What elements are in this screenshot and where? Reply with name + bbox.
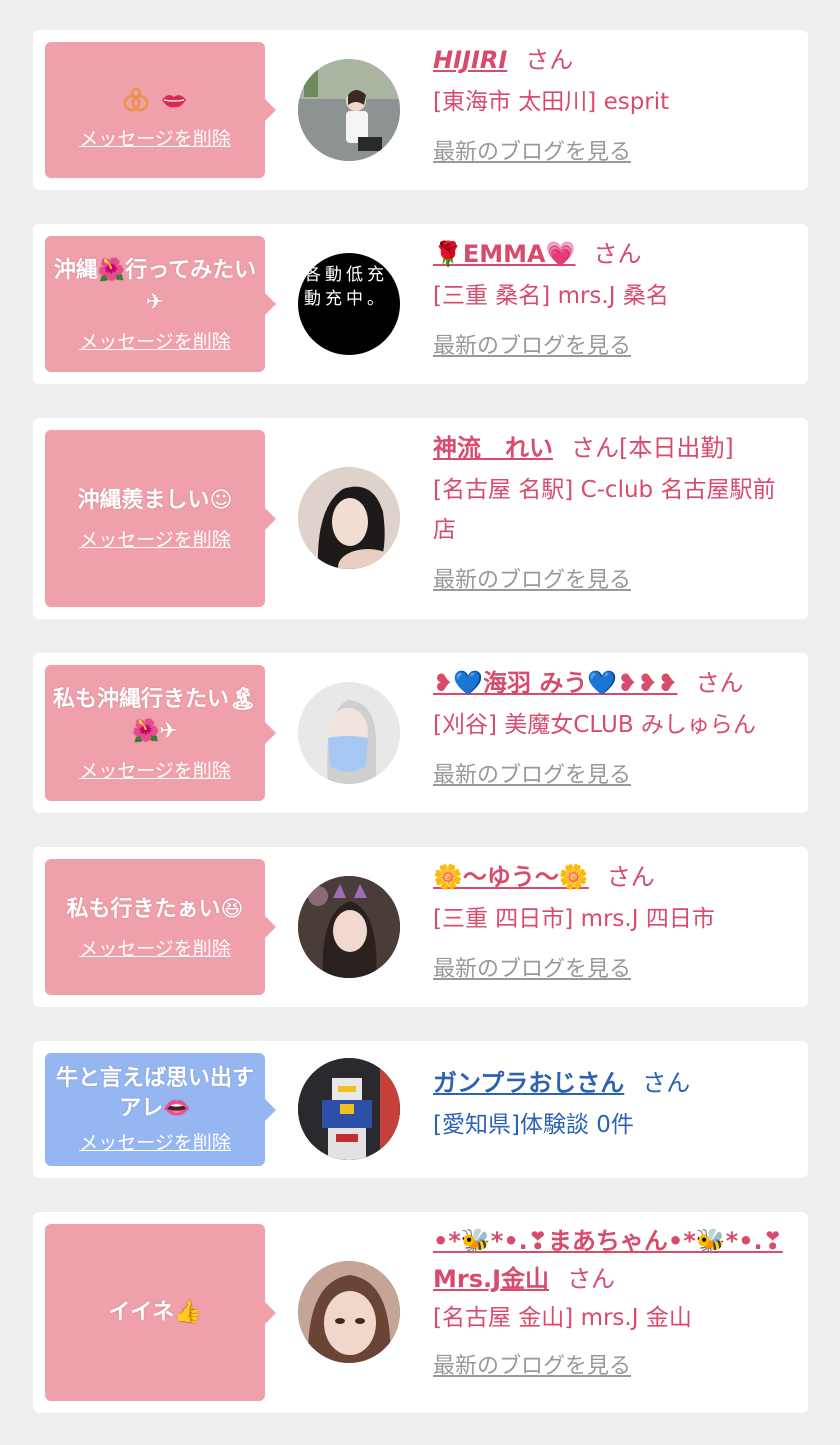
message-text: 私も沖縄行きたい🏝🌺✈ xyxy=(53,686,257,744)
message-card: 沖縄🌺行ってみたい✈ メッセージを削除 各動低充動充中。 🌹EMMA💗 さん [三… xyxy=(33,224,808,384)
latest-blog-link[interactable]: 最新のブログを見る xyxy=(433,134,631,166)
avatar[interactable]: 各動低充動充中。 xyxy=(298,253,400,355)
lips-icon xyxy=(161,94,186,107)
message-bubble: 私も沖縄行きたい🏝🌺✈ メッセージを削除 xyxy=(45,665,276,801)
delete-message-link[interactable]: メッセージを削除 xyxy=(79,934,231,961)
avatar[interactable] xyxy=(298,876,400,978)
profile-info: •*🐝*•.❣まあちゃん•*🐝*•.❣Mrs.J金山 さん [名古屋 金山] mr… xyxy=(433,1222,790,1380)
message-bubble: 牛と言えば思い出すアレ👄 メッセージを削除 xyxy=(45,1053,276,1166)
shop-info: [三重 四日市] mrs.J 四日市 xyxy=(433,906,715,932)
avatar-photo xyxy=(298,59,400,161)
message-bubble: 私も行きたぁい😆 メッセージを削除 xyxy=(45,859,276,995)
profile-name-link[interactable]: 🌹EMMA💗 xyxy=(433,240,576,268)
honorific: さん xyxy=(593,240,642,268)
profile-info: ガンプラおじさん さん [愛知県]体験談 0件 xyxy=(433,1065,790,1145)
avatar-text: 各動低充動充中。 xyxy=(304,265,388,309)
avatar[interactable] xyxy=(298,1261,400,1363)
message-icons xyxy=(121,84,189,116)
latest-blog-link[interactable]: 最新のブログを見る xyxy=(433,328,631,360)
profile-name-link[interactable]: 神流 れい xyxy=(433,434,553,462)
honorific: さん xyxy=(606,863,655,891)
message-card: イイネ👍 •*🐝*•.❣まあちゃん•*🐝*•.❣Mrs.J金山 さん [名古屋 金… xyxy=(33,1212,808,1413)
honorific: さん xyxy=(642,1069,691,1097)
profile-info: 神流 れい さん[本日出勤] [名古屋 名駅] C-club 名古屋駅前店 最新の… xyxy=(433,430,790,594)
message-bubble: 沖縄羨ましい☺ メッセージを削除 xyxy=(45,430,276,607)
latest-blog-link[interactable]: 最新のブログを見る xyxy=(433,951,631,983)
avatar-photo xyxy=(298,682,400,784)
message-text: 沖縄🌺行ってみたい✈ xyxy=(53,257,257,315)
message-bubble: イイネ👍 xyxy=(45,1224,276,1401)
delete-message-link[interactable]: メッセージを削除 xyxy=(79,1128,231,1155)
honorific: さん xyxy=(695,669,744,697)
avatar-photo xyxy=(298,1261,400,1363)
shop-info: [愛知県]体験談 0件 xyxy=(433,1112,634,1138)
profile-name-link[interactable]: HIJIRI xyxy=(433,46,507,74)
avatar[interactable] xyxy=(298,1058,400,1160)
message-bubble: メッセージを削除 xyxy=(45,42,276,178)
latest-blog-link[interactable]: 最新のブログを見る xyxy=(433,757,631,789)
latest-blog-link[interactable]: 最新のブログを見る xyxy=(433,562,631,594)
profile-name-link[interactable]: ❥💙海羽 みう💙❥❥❥ xyxy=(433,669,678,697)
avatar[interactable] xyxy=(298,682,400,784)
message-text: 牛と言えば思い出すアレ👄 xyxy=(55,1066,254,1121)
honorific: さん xyxy=(567,1265,616,1293)
delete-message-link[interactable]: メッセージを削除 xyxy=(79,124,231,151)
message-card: 沖縄羨ましい☺ メッセージを削除 神流 れい さん[本日出勤] [名古屋 名駅] … xyxy=(33,418,808,619)
avatar-photo xyxy=(298,467,400,569)
profile-info: ❥💙海羽 みう💙❥❥❥ さん [刈谷] 美魔女CLUB みしゅらん 最新のブログを… xyxy=(433,665,790,789)
honorific: さん xyxy=(525,46,574,74)
delete-message-link[interactable]: メッセージを削除 xyxy=(79,756,231,783)
message-card: メッセージを削除 HIJIRI さん [東海市 太田川] esprit 最新のブロ… xyxy=(33,30,808,190)
profile-name-link[interactable]: 🌼〜ゆう〜🌼 xyxy=(433,863,589,891)
message-text: 私も行きたぁい😆 xyxy=(66,896,244,922)
profile-info: 🌼〜ゆう〜🌼 さん [三重 四日市] mrs.J 四日市 最新のブログを見る xyxy=(433,859,790,983)
sexy-emoji-icon xyxy=(123,87,149,111)
shop-info: [名古屋 名駅] C-club 名古屋駅前店 xyxy=(433,477,776,543)
message-text: 沖縄羨ましい☺ xyxy=(77,488,233,513)
latest-blog-link[interactable]: 最新のブログを見る xyxy=(433,1348,631,1380)
avatar[interactable] xyxy=(298,467,400,569)
shop-info: [三重 桑名] mrs.J 桑名 xyxy=(433,283,669,309)
honorific: さん[本日出勤] xyxy=(571,434,734,462)
shop-info: [名古屋 金山] mrs.J 金山 xyxy=(433,1305,692,1331)
delete-message-link[interactable]: メッセージを削除 xyxy=(79,327,231,354)
delete-message-link[interactable]: メッセージを削除 xyxy=(79,525,231,552)
profile-name-link[interactable]: ガンプラおじさん xyxy=(433,1069,624,1097)
avatar-photo xyxy=(298,1058,400,1160)
shop-info: [刈谷] 美魔女CLUB みしゅらん xyxy=(433,712,756,738)
profile-info: HIJIRI さん [東海市 太田川] esprit 最新のブログを見る xyxy=(433,42,790,166)
profile-info: 🌹EMMA💗 さん [三重 桑名] mrs.J 桑名 最新のブログを見る xyxy=(433,236,790,360)
message-card: 私も沖縄行きたい🏝🌺✈ メッセージを削除 ❥💙海羽 みう💙❥❥❥ さん [刈谷] … xyxy=(33,653,808,813)
avatar[interactable] xyxy=(298,59,400,161)
message-card: 牛と言えば思い出すアレ👄 メッセージを削除 ガンプラおじさん さん [愛知県]体験… xyxy=(33,1041,808,1178)
message-text: イイネ👍 xyxy=(108,1299,202,1325)
avatar-photo xyxy=(298,876,400,978)
message-bubble: 沖縄🌺行ってみたい✈ メッセージを削除 xyxy=(45,236,276,372)
shop-info: [東海市 太田川] esprit xyxy=(433,89,670,115)
message-card: 私も行きたぁい😆 メッセージを削除 🌼〜ゆう〜🌼 さん [三重 四日市] mrs.… xyxy=(33,847,808,1007)
